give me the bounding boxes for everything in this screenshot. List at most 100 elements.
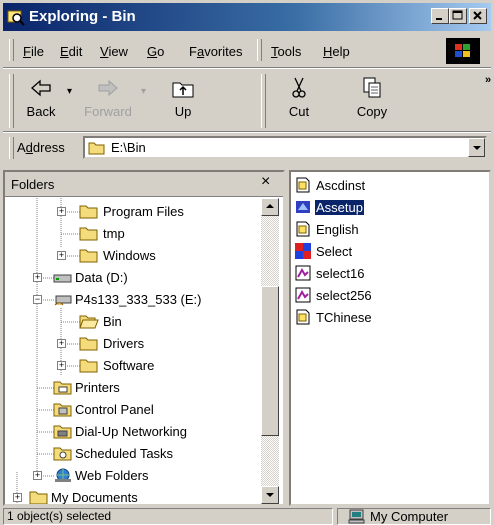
address-grip[interactable]	[9, 137, 14, 159]
file-name: Assetup	[315, 200, 364, 215]
minimize-icon	[436, 18, 442, 20]
file-name: Select	[316, 244, 353, 259]
tree-item-scheduled-tasks[interactable]: Scheduled Tasks	[5, 444, 261, 464]
tree-item-printers[interactable]: Printers	[5, 378, 261, 398]
menu-grip[interactable]	[9, 39, 14, 61]
window-title: Exploring - Bin	[29, 8, 136, 25]
back-label: Back	[26, 104, 56, 119]
maximize-button[interactable]	[449, 8, 467, 24]
folder-icon	[79, 359, 98, 373]
address-bar: Address E:\Bin	[3, 134, 491, 162]
file-name: select256	[316, 288, 372, 303]
folders-title: Folders	[11, 177, 55, 192]
back-dropdown-icon[interactable]: ▾	[67, 86, 72, 97]
address-value: E:\Bin	[111, 140, 146, 155]
folders-scrollbar[interactable]	[261, 198, 279, 504]
my-documents-icon	[29, 491, 48, 504]
tree-item-drivers[interactable]: + Drivers	[5, 334, 261, 354]
menu-view[interactable]: View	[100, 44, 128, 59]
setup-app-icon	[296, 201, 310, 213]
tree-item-my-documents[interactable]: + My Documents	[5, 488, 261, 505]
tree-item-software[interactable]: + Software	[5, 356, 261, 376]
tree-item-label: Program Files	[103, 204, 184, 219]
menu-separator	[257, 39, 262, 61]
copy-button[interactable]: Copy	[347, 76, 397, 128]
menu-tools[interactable]: Tools	[271, 44, 301, 59]
up-label: Up	[174, 104, 192, 119]
folder-icon	[88, 142, 105, 155]
tree-item-program-files[interactable]: + Program Files	[5, 202, 261, 222]
tree-item-label: Windows	[103, 248, 156, 263]
select-app-icon	[295, 243, 311, 259]
explorer-window: Exploring - Bin File Edit View Go Favori…	[0, 0, 494, 525]
expand-toggle[interactable]: +	[57, 251, 66, 260]
standard-toolbar: Back ▾ Forward ▾ Up Cut Copy »	[3, 70, 491, 130]
file-name: select16	[316, 266, 365, 281]
forward-button[interactable]: Forward	[79, 76, 137, 128]
tree-item-label: Printers	[75, 380, 120, 395]
tree-item-label: Drivers	[103, 336, 145, 351]
my-computer-icon	[348, 509, 365, 524]
expand-toggle[interactable]: +	[33, 471, 42, 480]
tree-item-dial-up-networking[interactable]: Dial-Up Networking	[5, 422, 261, 442]
menu-help-key: H	[323, 44, 333, 59]
hard-drive-icon	[53, 274, 72, 283]
file-list-pane: Ascdinst Assetup English Select select16…	[289, 170, 491, 506]
expand-toggle[interactable]: +	[57, 339, 66, 348]
forward-dropdown-icon[interactable]: ▾	[141, 86, 146, 97]
close-button[interactable]	[469, 8, 487, 24]
title-bar[interactable]: Exploring - Bin	[3, 3, 491, 31]
toolbar-separator	[261, 74, 266, 128]
scheduled-tasks-icon	[53, 447, 72, 461]
tree-item-data-drive[interactable]: + Data (D:)	[5, 268, 261, 288]
tree-item-web-folders[interactable]: + Web Folders	[5, 466, 261, 486]
scroll-up-button[interactable]	[261, 198, 279, 216]
tree-item-label: tmp	[103, 226, 125, 241]
up-folder-icon	[172, 82, 194, 98]
menu-go[interactable]: Go	[147, 44, 164, 59]
expand-toggle[interactable]: +	[13, 493, 22, 502]
menu-edit[interactable]: Edit	[60, 44, 82, 59]
folder-icon	[79, 249, 98, 263]
folder-tree: + Program Files tmp + Windows + Data (D:…	[5, 198, 261, 504]
address-dropdown-button[interactable]	[468, 138, 485, 157]
toolbar-chevron-icon[interactable]: »	[485, 74, 491, 86]
file-name: Ascdinst	[316, 178, 366, 193]
expand-toggle[interactable]: +	[33, 273, 42, 282]
tree-item-label: Web Folders	[75, 468, 149, 483]
tree-item-label: P4s133_333_533 (E:)	[75, 292, 202, 307]
tree-item-e-drive[interactable]: − P4s133_333_533 (E:)	[5, 290, 261, 310]
scissors-icon	[292, 77, 306, 98]
back-button[interactable]: Back	[19, 76, 63, 128]
file-name: English	[316, 222, 359, 237]
tree-item-control-panel[interactable]: Control Panel	[5, 400, 261, 420]
address-input[interactable]: E:\Bin	[83, 136, 487, 159]
tree-item-label: My Documents	[51, 490, 138, 505]
scroll-thumb[interactable]	[261, 286, 279, 436]
menu-edit-key: E	[60, 44, 69, 59]
folder-icon	[79, 227, 98, 241]
expand-toggle[interactable]: +	[57, 361, 66, 370]
cut-label: Cut	[288, 104, 310, 119]
expand-toggle[interactable]: +	[57, 207, 66, 216]
dial-up-icon	[53, 425, 72, 439]
tree-item-windows[interactable]: + Windows	[5, 246, 261, 266]
menu-favorites-pre: F	[189, 44, 197, 59]
minimize-button[interactable]	[431, 8, 449, 24]
up-button[interactable]: Up	[163, 76, 203, 128]
toolbar-grip[interactable]	[9, 74, 14, 128]
menu-edit-label: dit	[68, 44, 83, 59]
cut-button[interactable]: Cut	[279, 76, 319, 128]
scroll-down-button[interactable]	[261, 486, 279, 504]
tree-item-label: Scheduled Tasks	[75, 446, 174, 461]
ini-file-icon	[296, 221, 310, 237]
menu-help[interactable]: Help	[323, 44, 350, 59]
tree-item-bin[interactable]: Bin	[5, 312, 261, 332]
tree-item-label: Dial-Up Networking	[75, 424, 187, 439]
folders-close-icon[interactable]: ×	[261, 173, 270, 191]
collapse-toggle[interactable]: −	[33, 295, 42, 304]
menu-favorites[interactable]: Favorites	[189, 44, 242, 59]
tree-item-tmp[interactable]: tmp	[5, 224, 261, 244]
tree-item-label: Bin	[103, 314, 122, 329]
menu-file[interactable]: File	[23, 44, 44, 59]
